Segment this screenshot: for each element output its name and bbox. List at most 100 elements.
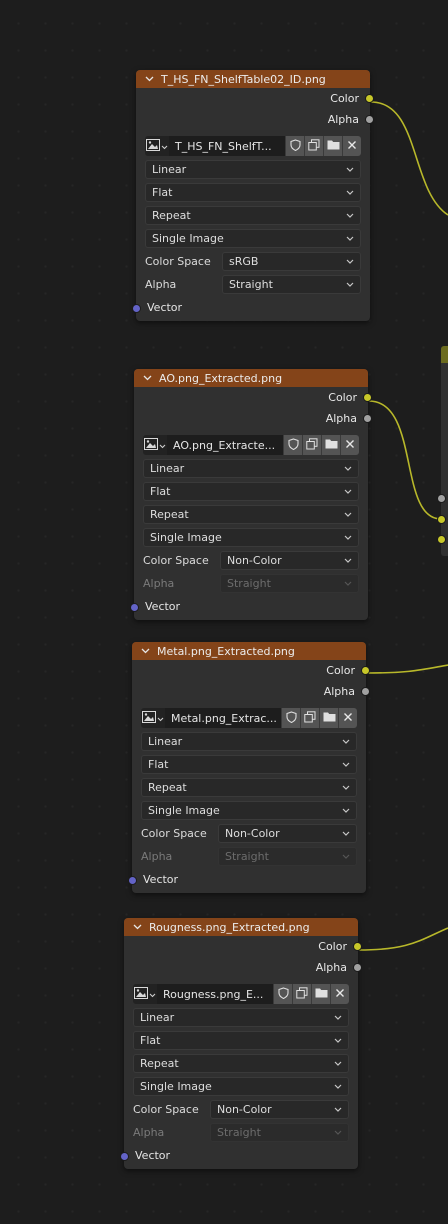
input-vector-socket[interactable] <box>128 876 137 885</box>
projection-dropdown[interactable]: Flat <box>133 1031 349 1050</box>
chevron-down-icon <box>346 211 354 220</box>
source-dropdown[interactable]: Single Image <box>143 528 359 547</box>
input-vector-label: Vector <box>147 301 183 314</box>
projection-dropdown-value: Flat <box>152 186 173 199</box>
fake-user-button[interactable] <box>273 984 292 1004</box>
browse-image-button[interactable] <box>141 708 165 728</box>
extension-dropdown[interactable]: Repeat <box>145 206 361 225</box>
fake-user-button[interactable] <box>285 136 304 156</box>
output-color-socket[interactable] <box>361 666 370 675</box>
chevron-down-icon <box>344 487 352 496</box>
shield-icon <box>287 437 299 453</box>
partial-node-socket-grey[interactable] <box>437 494 446 503</box>
output-color-socket[interactable] <box>363 393 372 402</box>
source-dropdown[interactable]: Single Image <box>133 1077 349 1096</box>
output-color-label: Color <box>328 391 357 404</box>
source-dropdown-value: Single Image <box>140 1080 212 1093</box>
duplicate-button[interactable] <box>302 435 321 455</box>
output-alpha-socket[interactable] <box>353 963 362 972</box>
input-vector-socket[interactable] <box>132 304 141 313</box>
node-header[interactable]: AO.png_Extracted.png <box>134 369 368 387</box>
source-dropdown[interactable]: Single Image <box>145 229 361 248</box>
color-space-dropdown[interactable]: Non-Color <box>218 824 357 843</box>
collapse-chevron-icon[interactable] <box>141 648 153 654</box>
open-image-button[interactable] <box>319 708 338 728</box>
interpolation-dropdown[interactable]: Linear <box>141 732 357 751</box>
output-color-socket[interactable] <box>353 942 362 951</box>
interpolation-dropdown-value: Linear <box>152 163 187 176</box>
browse-image-button[interactable] <box>145 136 169 156</box>
output-alpha-label: Alpha <box>315 961 347 974</box>
color-space-dropdown[interactable]: Non-Color <box>220 551 359 570</box>
collapse-chevron-icon[interactable] <box>143 375 155 381</box>
source-dropdown[interactable]: Single Image <box>141 801 357 820</box>
interpolation-dropdown[interactable]: Linear <box>145 160 361 179</box>
interpolation-dropdown[interactable]: Linear <box>143 459 359 478</box>
color-space-label: Color Space <box>141 827 207 840</box>
input-vector: Vector <box>128 870 366 889</box>
interpolation-dropdown-value: Linear <box>140 1011 175 1024</box>
unlink-image-button[interactable] <box>338 708 357 728</box>
projection-dropdown[interactable]: Flat <box>143 482 359 501</box>
close-icon <box>347 140 357 153</box>
link-color-metal <box>366 664 448 674</box>
chevron-down-icon <box>344 510 352 519</box>
node-header[interactable]: Metal.png_Extracted.png <box>132 642 366 660</box>
chevron-down-icon <box>334 1082 342 1091</box>
fake-user-button[interactable] <box>281 708 300 728</box>
duplicate-button[interactable] <box>300 708 319 728</box>
duplicate-icon <box>308 138 320 154</box>
alpha-dropdown: Straight <box>220 574 359 593</box>
interpolation-dropdown[interactable]: Linear <box>133 1008 349 1027</box>
input-vector-socket[interactable] <box>120 1152 129 1161</box>
alpha-dropdown[interactable]: Straight <box>222 275 361 294</box>
image-texture-node[interactable]: AO.png_Extracted.png Color Alpha AO.png_… <box>130 369 372 620</box>
node-title: Metal.png_Extracted.png <box>157 644 295 658</box>
partial-node-offscreen[interactable] <box>437 346 448 556</box>
node-header[interactable]: T_HS_FN_ShelfTable02_ID.png <box>136 70 370 88</box>
input-vector-socket[interactable] <box>130 603 139 612</box>
collapse-chevron-icon[interactable] <box>145 76 157 82</box>
color-space-row: Color Space Non-Color <box>141 824 357 843</box>
duplicate-button[interactable] <box>304 136 323 156</box>
open-image-button[interactable] <box>311 984 330 1004</box>
fake-user-button[interactable] <box>283 435 302 455</box>
collapse-chevron-icon[interactable] <box>133 924 145 930</box>
shield-icon <box>285 710 297 726</box>
projection-dropdown[interactable]: Flat <box>141 755 357 774</box>
extension-dropdown[interactable]: Repeat <box>143 505 359 524</box>
alpha-row: Alpha Straight <box>133 1123 349 1142</box>
partial-node-socket-yellow-2[interactable] <box>437 535 446 544</box>
browse-image-button[interactable] <box>143 435 167 455</box>
unlink-image-button[interactable] <box>340 435 359 455</box>
output-color-socket[interactable] <box>365 94 374 103</box>
browse-image-button[interactable] <box>133 984 157 1004</box>
extension-dropdown[interactable]: Repeat <box>133 1054 349 1073</box>
image-name-field[interactable]: AO.png_Extracte... <box>167 435 283 455</box>
extension-dropdown[interactable]: Repeat <box>141 778 357 797</box>
unlink-image-button[interactable] <box>330 984 349 1004</box>
duplicate-button[interactable] <box>292 984 311 1004</box>
partial-node-socket-yellow-1[interactable] <box>437 515 446 524</box>
projection-dropdown[interactable]: Flat <box>145 183 361 202</box>
chevron-down-icon <box>344 464 352 473</box>
output-alpha-socket[interactable] <box>363 414 372 423</box>
color-space-label: Color Space <box>143 554 209 567</box>
unlink-image-button[interactable] <box>342 136 361 156</box>
input-vector-label: Vector <box>145 600 181 613</box>
output-alpha-socket[interactable] <box>361 687 370 696</box>
image-texture-node[interactable]: Rougness.png_Extracted.png Color Alpha R… <box>120 918 362 1169</box>
image-name-field[interactable]: Rougness.png_E... <box>157 984 273 1004</box>
output-alpha-socket[interactable] <box>365 115 374 124</box>
image-texture-node[interactable]: T_HS_FN_ShelfTable02_ID.png Color Alpha … <box>132 70 374 321</box>
color-space-dropdown[interactable]: sRGB <box>222 252 361 271</box>
chevron-down-icon <box>334 1105 342 1114</box>
color-space-dropdown[interactable]: Non-Color <box>210 1100 349 1119</box>
node-header[interactable]: Rougness.png_Extracted.png <box>124 918 358 936</box>
image-texture-node[interactable]: Metal.png_Extracted.png Color Alpha Meta… <box>128 642 370 893</box>
image-name-field[interactable]: Metal.png_Extrac... <box>165 708 281 728</box>
image-name-field[interactable]: T_HS_FN_ShelfT... <box>169 136 285 156</box>
open-image-button[interactable] <box>323 136 342 156</box>
chevron-down-icon <box>161 140 168 153</box>
open-image-button[interactable] <box>321 435 340 455</box>
